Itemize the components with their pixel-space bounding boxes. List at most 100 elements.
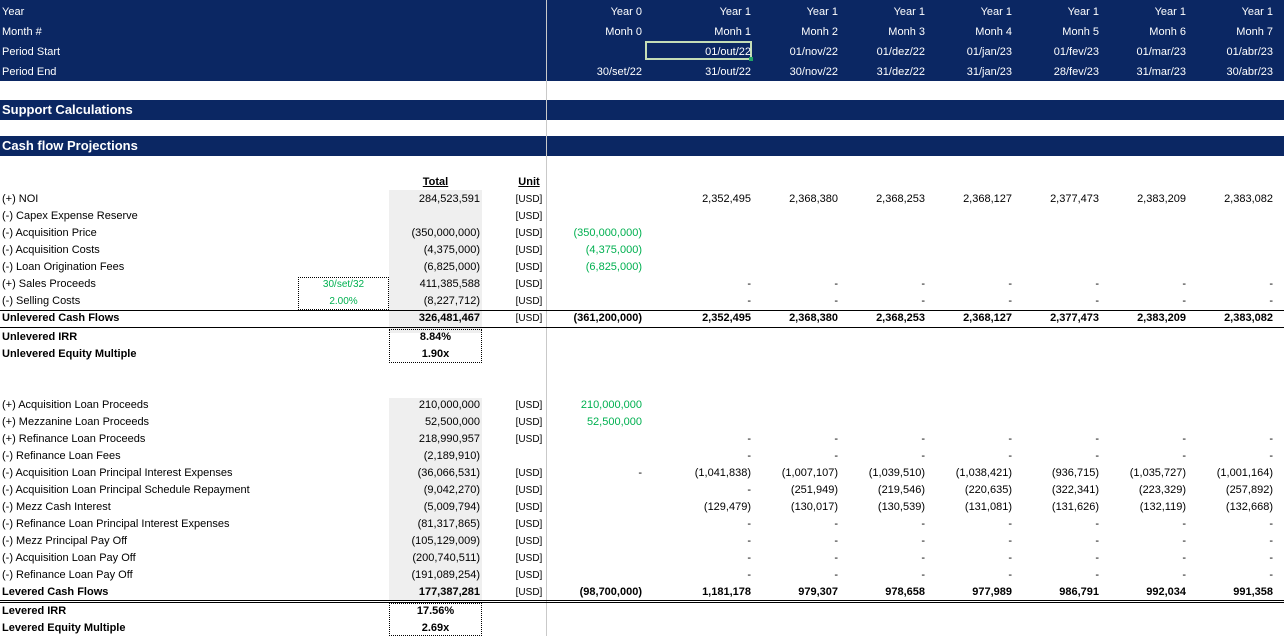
row-month0-value[interactable]: (361,200,000) [542,310,643,327]
row-month-value[interactable] [926,208,1012,225]
row-month-value[interactable] [1187,414,1273,431]
row-month-value[interactable]: - [1187,431,1273,448]
row-month-value[interactable] [1187,208,1273,225]
period-year-cell[interactable]: Year 1 [1187,4,1273,21]
row-month-value[interactable] [1100,225,1186,242]
row-total[interactable]: (191,089,254) [389,567,481,584]
row-month-value[interactable]: 978,658 [839,584,925,601]
row-month0-value[interactable] [542,550,642,567]
row-month-value[interactable]: - [665,567,751,584]
row-month0-value[interactable] [542,567,642,584]
row-month-value[interactable]: 2,383,209 [1100,191,1186,208]
row-month0-value[interactable]: (98,700,000) [542,584,642,601]
row-month-value[interactable]: (219,546) [839,482,925,499]
row-month-value[interactable]: (1,035,727) [1100,465,1186,482]
row-total[interactable]: (36,066,531) [389,465,480,482]
row-total[interactable]: 52,500,000 [389,414,480,431]
row-month-value[interactable]: - [926,516,1012,533]
row-month-value[interactable]: - [752,448,838,465]
row-month-value[interactable]: - [1187,533,1273,550]
row-month0-value[interactable] [542,533,642,550]
row-month-value[interactable] [1187,397,1273,414]
row-month-value[interactable]: 979,307 [752,584,838,601]
row-month-value[interactable] [926,259,1012,276]
row-month-value[interactable] [1100,414,1186,431]
row-month-value[interactable]: - [1013,550,1099,567]
row-month-value[interactable] [665,414,751,431]
row-total[interactable]: 210,000,000 [389,397,480,414]
row-month-value[interactable] [1100,397,1186,414]
row-month-value[interactable]: (131,626) [1013,499,1099,516]
row-month-value[interactable] [752,225,838,242]
row-month-value[interactable]: - [839,516,925,533]
row-month-value[interactable]: - [1013,533,1099,550]
row-month-value[interactable]: 991,358 [1187,584,1273,601]
row-month-value[interactable]: - [1187,516,1273,533]
row-month-value[interactable]: - [1100,293,1186,310]
period-year-cell[interactable]: Year 1 [752,4,838,21]
row-total[interactable]: 177,387,281 [389,584,480,601]
row-month-value[interactable]: - [752,431,838,448]
row-month-value[interactable]: (257,892) [1187,482,1273,499]
row-month-value[interactable]: - [665,431,751,448]
row-month-value[interactable]: (220,635) [926,482,1012,499]
row-month-value[interactable]: (129,479) [665,499,751,516]
period-year-cell[interactable]: Year 0 [556,4,642,21]
row-month-value[interactable]: - [1187,448,1273,465]
row-month-value[interactable] [665,259,751,276]
row-month-value[interactable]: 2,383,082 [1187,191,1273,208]
period-start-cell[interactable] [556,44,642,61]
row-month-value[interactable]: - [1187,293,1273,310]
row-month-value[interactable]: - [926,533,1012,550]
period-end-cell[interactable]: 30/nov/22 [752,64,838,81]
row-total[interactable]: (2,189,910) [389,448,480,465]
row-month-value[interactable]: (132,119) [1100,499,1186,516]
row-month0-value[interactable] [542,448,642,465]
period-start-cell[interactable]: 01/nov/22 [752,44,838,61]
row-month-value[interactable] [752,397,838,414]
row-month-value[interactable] [1013,414,1099,431]
period-end-cell[interactable]: 31/dez/22 [839,64,925,81]
period-end-cell[interactable]: 31/out/22 [665,64,751,81]
row-month-value[interactable]: - [1013,293,1099,310]
row-month-value[interactable]: - [1013,567,1099,584]
row-month-value[interactable]: 2,383,209 [1100,310,1186,327]
row-month-value[interactable]: - [752,293,838,310]
row-month-value[interactable]: - [1013,516,1099,533]
row-month-value[interactable] [839,414,925,431]
row-month-value[interactable] [665,225,751,242]
row-month-value[interactable]: 986,791 [1013,584,1099,601]
row-month-value[interactable]: 992,034 [1100,584,1186,601]
row-month-value[interactable]: - [1100,550,1186,567]
metric-value[interactable]: 2.69x [389,620,482,637]
row-month-value[interactable] [1187,259,1273,276]
row-month-value[interactable] [1100,259,1186,276]
row-month-value[interactable]: - [665,550,751,567]
period-month-cell[interactable]: Monh 3 [839,24,925,41]
row-month-value[interactable] [926,225,1012,242]
row-month-value[interactable]: 2,352,495 [665,191,751,208]
row-month-value[interactable] [752,259,838,276]
row-month-value[interactable]: - [1013,448,1099,465]
row-month-value[interactable] [752,414,838,431]
row-total[interactable]: (5,009,794) [389,499,480,516]
row-month0-value[interactable] [542,499,642,516]
row-month-value[interactable]: 2,352,495 [665,310,751,327]
row-month-value[interactable]: - [839,533,925,550]
sale-date-input[interactable]: 30/set/32 [298,276,389,293]
row-month-value[interactable]: (1,001,164) [1187,465,1273,482]
row-month-value[interactable]: (251,949) [752,482,838,499]
row-month-value[interactable]: (132,668) [1187,499,1273,516]
row-month-value[interactable] [752,242,838,259]
row-total[interactable]: (81,317,865) [389,516,480,533]
row-total[interactable]: (4,375,000) [389,242,480,259]
row-month-value[interactable]: - [839,431,925,448]
period-start-cell[interactable]: 01/abr/23 [1187,44,1273,61]
period-month-cell[interactable]: Monh 4 [926,24,1012,41]
row-month-value[interactable]: - [1100,448,1186,465]
period-month-cell[interactable]: Monh 6 [1100,24,1186,41]
row-month-value[interactable] [839,208,925,225]
row-month-value[interactable]: 2,368,127 [926,191,1012,208]
row-month-value[interactable]: (1,041,838) [665,465,751,482]
row-month-value[interactable]: (936,715) [1013,465,1099,482]
